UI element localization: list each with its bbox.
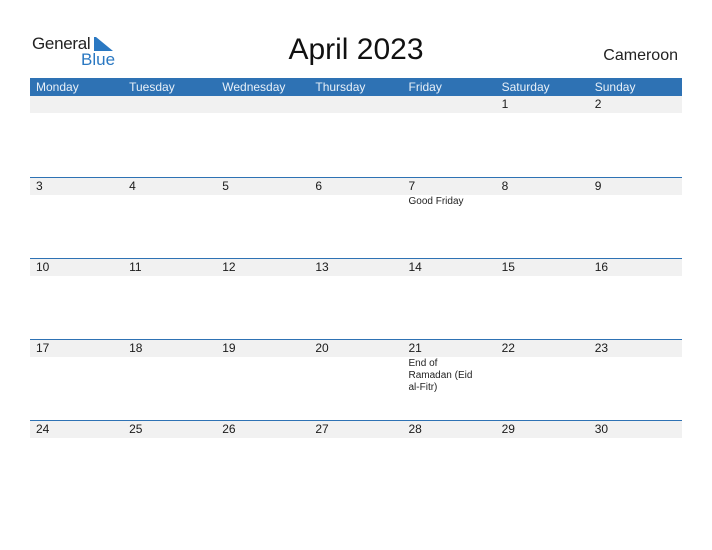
week-row: 17 18 19 20 21 End of Ramadan (Eid al-Fitr) 22… xyxy=(30,339,682,421)
week-row: 12 xyxy=(30,96,682,177)
day-cell: 6 xyxy=(309,178,402,208)
day-cell: 8 xyxy=(496,178,589,208)
day-cell: 21 End of Ramadan (Eid al-Fitr) xyxy=(403,340,496,394)
week-cells: 24 25 26 27 28 29 30 xyxy=(30,421,682,438)
weekday-monday: Monday xyxy=(36,80,79,94)
day-number: 18 xyxy=(129,341,143,355)
week-row: 3 4 5 6 7 Good Friday 8 9 xyxy=(30,177,682,259)
day-cell: 2 xyxy=(589,96,682,113)
day-number: 13 xyxy=(315,260,329,274)
day-number: 12 xyxy=(222,260,236,274)
week-cells: 17 18 19 20 21 End of Ramadan (Eid al-Fitr) 22… xyxy=(30,340,682,394)
day-cell: 20 xyxy=(309,340,402,394)
day-number: 19 xyxy=(222,341,236,355)
weekday-header: Monday Tuesday Wednesday Thursday Friday… xyxy=(30,78,682,96)
day-number xyxy=(315,96,402,113)
day-number: 11 xyxy=(129,260,142,274)
day-number xyxy=(129,96,216,113)
weekday-saturday: Saturday xyxy=(501,80,550,94)
day-cell: 23 xyxy=(589,340,682,394)
day-number: 3 xyxy=(36,179,43,193)
day-number: 7 xyxy=(408,179,416,193)
day-cell: 12 xyxy=(216,259,309,276)
weekday-wednesday: Wednesday xyxy=(222,80,286,94)
day-cell: 28 xyxy=(403,421,496,438)
day-number: 21 xyxy=(408,341,422,355)
day-cell: 9 xyxy=(589,178,682,208)
day-cell: 15 xyxy=(496,259,589,276)
day-cell: 7 Good Friday xyxy=(403,178,496,208)
day-number: 22 xyxy=(501,341,515,355)
day-cell xyxy=(309,96,402,113)
holiday-event: End of Ramadan (Eid al-Fitr) xyxy=(408,358,473,393)
day-number: 6 xyxy=(315,179,323,193)
day-number: 26 xyxy=(222,422,236,436)
day-number: 28 xyxy=(408,422,422,436)
day-cell: 1 xyxy=(496,96,589,113)
day-number xyxy=(409,96,496,113)
day-cell: 27 xyxy=(309,421,402,438)
day-cell: 25 xyxy=(123,421,216,438)
day-cell: 30 xyxy=(589,421,682,438)
week-row: 24 25 26 27 28 29 30 xyxy=(30,420,682,502)
weekday-thursday: Thursday xyxy=(315,80,366,94)
day-cell: 11 xyxy=(123,259,216,276)
day-cell: 24 xyxy=(30,421,123,438)
week-cells: 3 4 5 6 7 Good Friday 8 9 xyxy=(30,178,682,208)
week-cells: 10 11 12 13 14 15 16 xyxy=(30,259,682,276)
week-cells: 12 xyxy=(30,96,682,113)
day-cell: 26 xyxy=(216,421,309,438)
day-number xyxy=(222,96,309,113)
day-cell: 22 xyxy=(496,340,589,394)
week-row: 10 11 12 13 14 15 16 xyxy=(30,258,682,340)
day-cell xyxy=(216,96,309,113)
day-cell xyxy=(403,96,496,113)
day-number: 1 xyxy=(501,97,509,111)
day-cell: 3 xyxy=(30,178,123,208)
day-cell xyxy=(123,96,216,113)
day-cell: 5 xyxy=(216,178,309,208)
day-number: 29 xyxy=(501,422,515,436)
day-number: 15 xyxy=(501,260,515,274)
weekday-tuesday: Tuesday xyxy=(129,80,175,94)
day-number: 23 xyxy=(594,341,609,355)
day-cell: 19 xyxy=(216,340,309,394)
day-cell: 4 xyxy=(123,178,216,208)
day-number: 27 xyxy=(315,422,329,436)
holiday-event: Good Friday xyxy=(408,196,464,207)
day-number: 20 xyxy=(315,341,329,355)
day-cell xyxy=(30,96,123,113)
day-cell: 14 xyxy=(403,259,496,276)
day-cell: 18 xyxy=(123,340,216,394)
day-number: 8 xyxy=(501,179,509,193)
country-label: Cameroon xyxy=(603,47,678,64)
day-cell: 29 xyxy=(496,421,589,438)
day-number: 17 xyxy=(36,341,50,355)
day-number: 4 xyxy=(129,179,136,193)
day-number: 14 xyxy=(408,260,422,274)
day-number xyxy=(36,96,123,113)
day-number: 5 xyxy=(222,179,229,193)
day-number: 10 xyxy=(36,260,50,274)
day-number: 2 xyxy=(594,97,602,111)
day-cell: 16 xyxy=(589,259,682,276)
weekday-friday: Friday xyxy=(408,80,442,94)
day-number: 24 xyxy=(36,422,50,436)
day-number: 16 xyxy=(594,260,609,274)
day-cell: 10 xyxy=(30,259,123,276)
day-cell: 17 xyxy=(30,340,123,394)
day-number: 9 xyxy=(594,179,602,193)
day-cell: 13 xyxy=(309,259,402,276)
day-number: 30 xyxy=(594,422,609,436)
day-number: 25 xyxy=(129,422,143,436)
weekday-sunday: Sunday xyxy=(594,80,636,94)
